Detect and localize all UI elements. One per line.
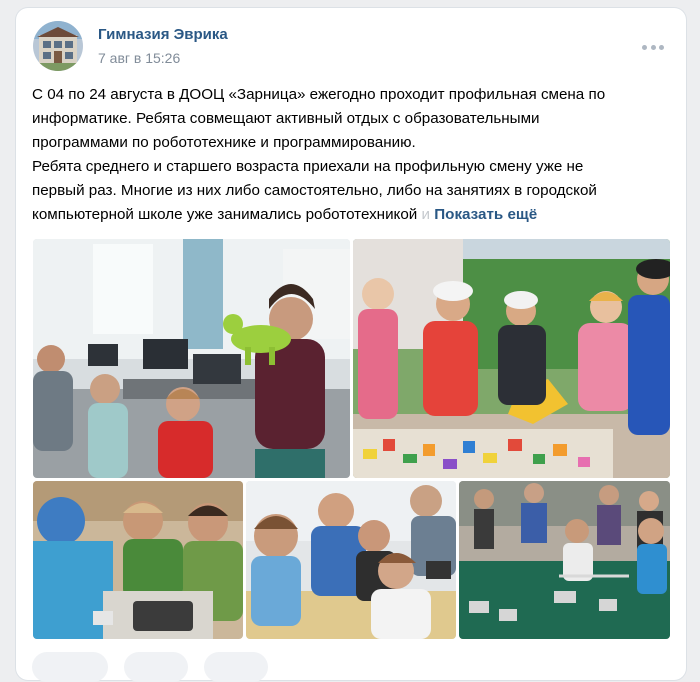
text-line: С 04 по 24 августа в ДООЦ «Зарница» ежег… — [32, 86, 606, 103]
text-line-last: компьютерной школе уже занимались робото… — [32, 203, 672, 227]
text-line: компьютерной школе уже занимались робото… — [32, 206, 418, 223]
text-line: Ребята среднего и старшего возраста прие… — [32, 158, 584, 175]
post-photo-5[interactable] — [459, 481, 670, 639]
comment-button[interactable] — [124, 652, 188, 682]
post-photo-2[interactable] — [353, 239, 670, 478]
share-button[interactable] — [204, 652, 268, 682]
like-button[interactable] — [32, 652, 108, 682]
text-line: первый раз. Многие из них либо самостоят… — [32, 182, 597, 199]
post-photo-3[interactable] — [33, 481, 243, 639]
post-text: С 04 по 24 августа в ДООЦ «Зарница» ежег… — [32, 83, 672, 227]
post-card: Гимназия Эврика 7 авг в 15:26 С 04 по 24… — [16, 8, 686, 682]
community-avatar[interactable] — [33, 21, 83, 71]
post-date[interactable]: 7 авг в 15:26 — [98, 50, 180, 66]
community-name[interactable]: Гимназия Эврика — [98, 26, 228, 43]
post-photo-4[interactable] — [246, 481, 456, 639]
text-line: информатике. Ребята совмещают активный о… — [32, 110, 540, 127]
show-more-link[interactable]: Показать ещё — [434, 206, 537, 223]
more-dots-icon[interactable] — [642, 40, 664, 54]
post-photo-1[interactable] — [33, 239, 350, 478]
text-fade: и — [421, 206, 431, 223]
text-line: программами по робототехнике и программи… — [32, 134, 416, 151]
